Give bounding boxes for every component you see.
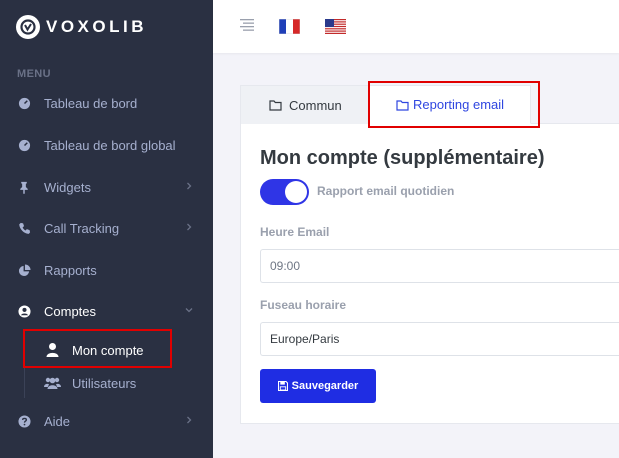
dashboard-icon <box>17 96 31 110</box>
email-time-input[interactable] <box>260 249 619 283</box>
question-circle-icon <box>17 414 31 428</box>
daily-report-toggle[interactable] <box>260 179 309 205</box>
sidebar-subitem-label: Utilisateurs <box>72 375 137 391</box>
flag-fr-icon[interactable] <box>279 19 300 34</box>
topbar <box>213 0 619 53</box>
timezone-label: Fuseau horaire <box>260 298 347 312</box>
sidebar-item-label: Call Tracking <box>44 220 120 236</box>
menu-title: MENU <box>17 68 51 80</box>
logo-text: VOXOLIB <box>46 17 148 36</box>
sidebar-item-comptes[interactable]: Comptes <box>0 299 213 323</box>
sidebar-item-aide[interactable]: Aide <box>0 409 213 433</box>
users-icon <box>44 377 61 389</box>
page-title: Mon compte (supplémentaire) <box>260 147 545 169</box>
daily-report-label: Rapport email quotidien <box>317 184 455 198</box>
sidebar-item-tableau-de-bord-global[interactable]: Tableau de bord global <box>0 133 213 157</box>
logo-icon <box>16 15 40 39</box>
save-icon <box>277 381 288 391</box>
dashboard-icon <box>17 138 31 152</box>
settings-card: Commun Reporting email Mon compte (suppl… <box>240 81 619 424</box>
chevron-right-icon <box>187 416 192 424</box>
toggle-knob <box>285 181 307 203</box>
email-time-label: Heure Email <box>260 225 330 239</box>
folder-icon <box>269 100 282 111</box>
tab-content: Mon compte (supplémentaire) Rapport emai… <box>240 124 619 424</box>
flag-us-icon[interactable] <box>325 19 346 34</box>
sidebar-item-call-tracking[interactable]: Call Tracking <box>0 216 213 240</box>
chevron-right-icon <box>187 182 192 190</box>
sidebar-item-label: Widgets <box>44 179 91 195</box>
sidebar-item-label: Tableau de bord global <box>44 137 176 153</box>
chevron-right-icon <box>187 223 192 231</box>
phone-icon <box>17 221 31 235</box>
sidebar-item-tableau-de-bord[interactable]: Tableau de bord <box>0 91 213 115</box>
pie-chart-icon <box>17 263 31 277</box>
sidebar-item-label: Aide <box>44 413 71 429</box>
chevron-down-icon <box>185 308 193 313</box>
highlight-box <box>368 81 540 128</box>
sidebar-item-label: Rapports <box>44 262 97 278</box>
timezone-select[interactable] <box>260 322 619 356</box>
pin-icon <box>17 180 31 194</box>
sidebar-item-label: Comptes <box>44 303 97 319</box>
sidebar-item-widgets[interactable]: Widgets <box>0 175 213 199</box>
sidebar: VOXOLIB MENU Tableau de bord Tableau de … <box>0 0 213 458</box>
tab-commun[interactable]: Commun <box>240 85 369 124</box>
save-button[interactable]: Sauvegarder <box>260 369 376 403</box>
sidebar-item-rapports[interactable]: Rapports <box>0 258 213 282</box>
app-logo[interactable]: VOXOLIB <box>16 14 147 40</box>
menu-toggle-icon[interactable] <box>240 19 254 31</box>
tab-label: Commun <box>289 97 342 113</box>
highlight-box <box>23 329 172 368</box>
user-circle-icon <box>17 304 31 318</box>
sidebar-item-label: Tableau de bord <box>44 95 138 111</box>
save-button-label: Sauvegarder <box>291 380 359 392</box>
